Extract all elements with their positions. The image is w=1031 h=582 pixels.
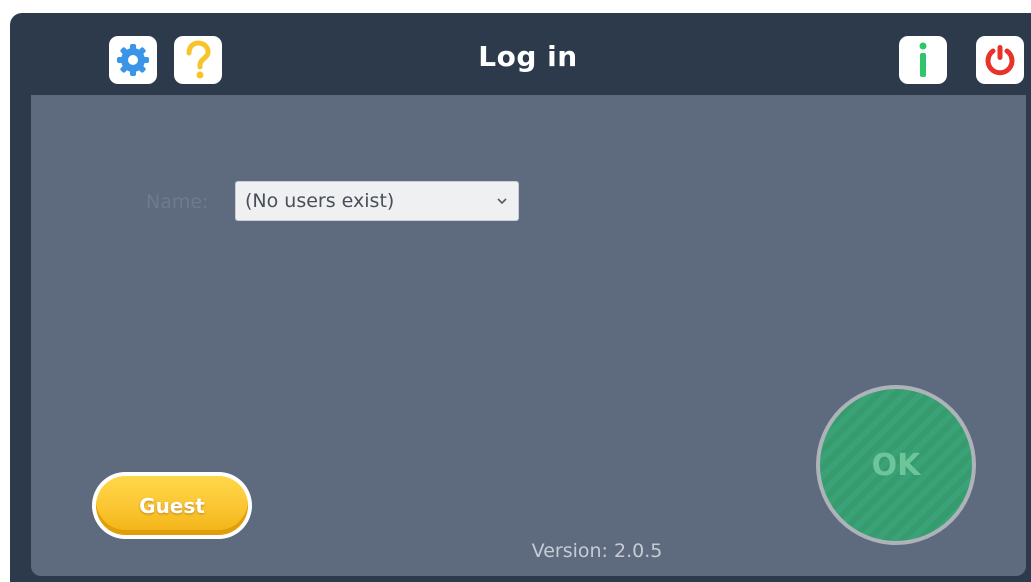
- ok-button[interactable]: OK: [816, 385, 976, 545]
- name-label: Name:: [146, 191, 209, 213]
- power-button[interactable]: [976, 36, 1024, 84]
- info-button[interactable]: [899, 36, 947, 84]
- guest-button[interactable]: Guest: [92, 472, 252, 539]
- power-icon: [985, 45, 1015, 76]
- guest-button-label: Guest: [96, 476, 248, 535]
- info-icon: [919, 42, 927, 77]
- name-select-value: (No users exist): [245, 190, 395, 212]
- ok-button-label: OK: [820, 389, 972, 541]
- login-panel: Name: (No users exist) Guest OK Version:…: [31, 95, 1026, 576]
- version-text: Version: 2.0.5: [531, 540, 663, 562]
- name-select[interactable]: (No users exist): [235, 181, 519, 221]
- page-title: Log in: [478, 40, 578, 73]
- header-bar: Log in: [10, 13, 1031, 95]
- app-window: Log in Name: (No users exist) Guest OK V…: [10, 13, 1031, 582]
- chevron-down-icon: [497, 198, 507, 205]
